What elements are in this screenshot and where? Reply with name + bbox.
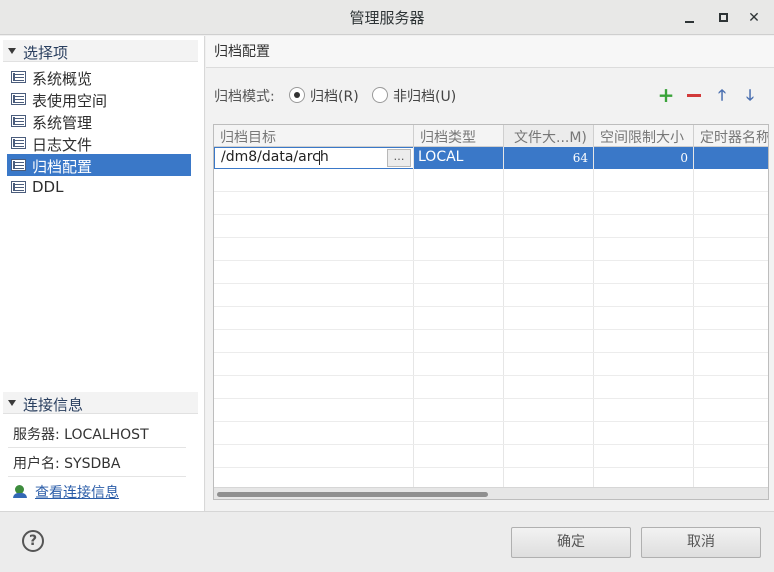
divider <box>8 447 186 448</box>
nav-item-label: 归档配置 <box>32 158 93 176</box>
row-divider <box>214 191 768 192</box>
connection-section-label: 连接信息 <box>23 396 84 414</box>
button-bar: ? 确定 取消 <box>0 511 774 572</box>
options-section-header[interactable]: 选择项 <box>3 40 198 62</box>
dest-value[interactable]: /dm8/data/arch <box>221 149 329 165</box>
options-section-label: 选择项 <box>23 44 69 62</box>
nav-item-system-overview[interactable]: 系统概览 <box>7 66 191 88</box>
minimize-button[interactable] <box>680 8 700 28</box>
column-divider <box>693 147 694 487</box>
server-info: 服务器: LOCALHOST <box>13 427 149 443</box>
row-divider <box>214 306 768 307</box>
collapse-triangle-icon <box>8 400 16 406</box>
arrow-down-icon[interactable]: 🡓 <box>741 86 759 104</box>
file-size-cell[interactable]: 64 <box>504 147 594 169</box>
nav-item-label: 系统管理 <box>32 114 93 132</box>
table-header: 归档目标 归档类型 文件大...M) 空间限制大小 定时器名称 <box>214 125 768 147</box>
cancel-button[interactable]: 取消 <box>641 527 761 558</box>
archive-radio[interactable] <box>289 87 305 103</box>
type-cell[interactable]: LOCAL <box>418 147 463 169</box>
maximize-button[interactable] <box>714 8 734 28</box>
row-divider <box>214 214 768 215</box>
column-divider <box>413 147 414 487</box>
nav-item-system-management[interactable]: 系统管理 <box>7 110 191 132</box>
ok-button[interactable]: 确定 <box>511 527 631 558</box>
horizontal-scrollbar[interactable] <box>214 487 768 499</box>
row-divider <box>214 398 768 399</box>
table-icon <box>11 137 26 149</box>
view-connection-link-text[interactable]: 查看连接信息 <box>35 485 119 501</box>
nav-item-label: DDL <box>32 178 64 196</box>
row-divider <box>214 283 768 284</box>
column-header-file-size[interactable]: 文件大...M) <box>504 125 594 147</box>
space-limit-cell[interactable]: 0 <box>594 147 694 169</box>
column-header-dest[interactable]: 归档目标 <box>214 125 414 147</box>
divider <box>8 476 186 477</box>
row-divider <box>214 260 768 261</box>
table-icon <box>11 159 26 171</box>
column-header-timer[interactable]: 定时器名称 <box>694 125 768 147</box>
nav-item-label: 日志文件 <box>32 136 93 154</box>
row-divider <box>214 329 768 330</box>
row-divider <box>214 352 768 353</box>
row-divider <box>214 467 768 468</box>
dest-edit-field[interactable]: /dm8/data/arch … <box>215 148 413 168</box>
archive-table[interactable]: 归档目标 归档类型 文件大...M) 空间限制大小 定时器名称 /dm8/dat… <box>213 124 769 500</box>
column-divider <box>503 147 504 487</box>
minus-icon[interactable] <box>685 86 703 104</box>
close-button[interactable]: ✕ <box>744 8 764 28</box>
table-icon <box>11 115 26 127</box>
no-archive-radio[interactable] <box>372 87 388 103</box>
maximize-icon <box>719 13 728 22</box>
user-info: 用户名: SYSDBA <box>13 456 121 472</box>
column-divider <box>593 147 594 487</box>
row-divider <box>214 444 768 445</box>
title-bar: 管理服务器 ✕ <box>0 0 774 35</box>
user-connection-icon <box>13 485 29 499</box>
scrollbar-thumb[interactable] <box>217 492 488 497</box>
table-icon <box>11 93 26 105</box>
archive-mode-label: 归档模式: <box>214 89 275 105</box>
nav-item-log-files[interactable]: 日志文件 <box>7 132 191 154</box>
view-connection-link[interactable]: 查看连接信息 <box>13 482 119 502</box>
table-icon <box>11 181 26 193</box>
row-divider <box>214 421 768 422</box>
nav-item-table-space[interactable]: 表使用空间 <box>7 88 191 110</box>
column-header-space-limit[interactable]: 空间限制大小 <box>594 125 694 147</box>
connection-section-header[interactable]: 连接信息 <box>3 392 198 414</box>
archive-radio-label[interactable]: 归档(R) <box>310 86 359 106</box>
nav-item-archive-config[interactable]: 归档配置 <box>7 154 191 176</box>
row-divider <box>214 237 768 238</box>
no-archive-radio-label[interactable]: 非归档(U) <box>393 86 456 106</box>
nav-item-ddl[interactable]: DDL <box>7 176 191 198</box>
right-panel: 归档配置 归档模式: 归档(R) 非归档(U) + 🡑 🡓 归档目标 归档类型 … <box>206 36 774 511</box>
window-title: 管理服务器 <box>349 9 425 27</box>
collapse-triangle-icon <box>8 48 16 54</box>
section-title: 归档配置 <box>214 44 270 60</box>
left-panel: 选择项 系统概览 表使用空间 系统管理 日志文件 归档配置 DDL 连接信息 服… <box>0 36 205 511</box>
arrow-up-icon[interactable]: 🡑 <box>713 86 731 104</box>
text-caret <box>319 151 320 165</box>
nav-item-label: 系统概览 <box>32 70 93 88</box>
row-divider <box>214 375 768 376</box>
plus-icon[interactable]: + <box>657 85 675 105</box>
help-icon[interactable]: ? <box>22 530 44 552</box>
minimize-icon <box>685 21 694 23</box>
nav-item-label: 表使用空间 <box>32 92 108 110</box>
section-header: 归档配置 <box>206 36 774 68</box>
table-icon <box>11 71 26 83</box>
browse-button[interactable]: … <box>387 149 411 167</box>
column-header-type[interactable]: 归档类型 <box>414 125 504 147</box>
close-icon: ✕ <box>748 10 760 26</box>
